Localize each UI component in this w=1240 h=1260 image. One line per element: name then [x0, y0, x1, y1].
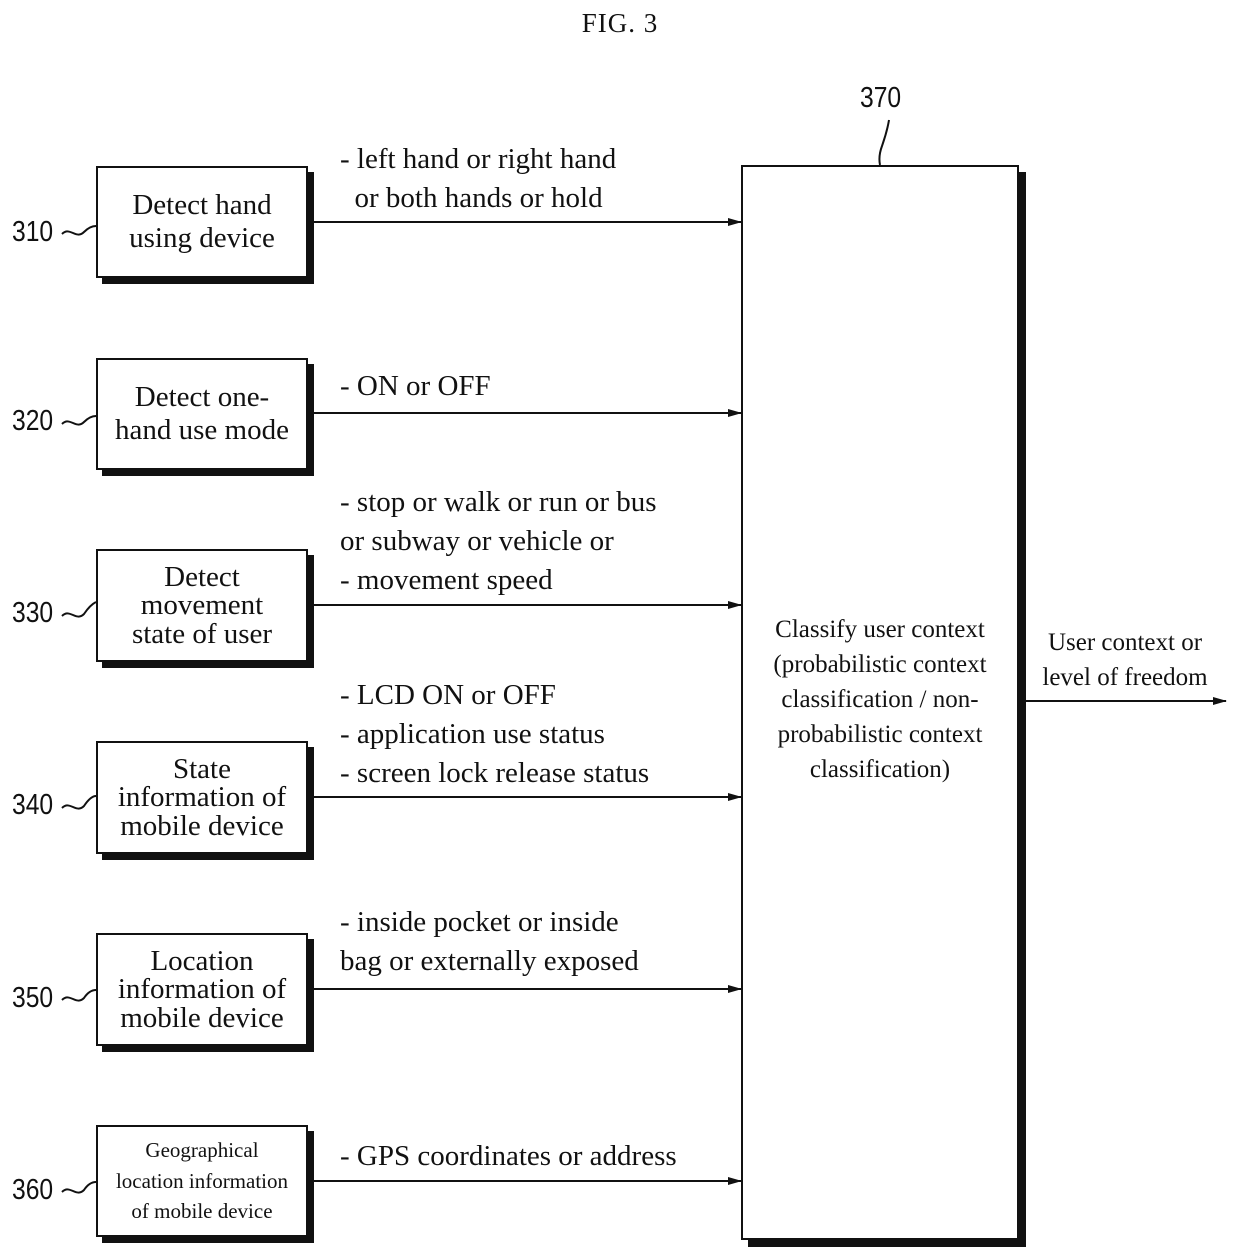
leader-370 — [878, 119, 890, 166]
connector-layer — [61, 119, 1227, 1194]
leader-360 — [61, 1181, 97, 1194]
leader-320 — [61, 415, 97, 426]
leader-340 — [61, 795, 97, 810]
leader-350 — [61, 989, 97, 1002]
leader-330 — [61, 601, 97, 618]
leader-310 — [61, 225, 97, 236]
